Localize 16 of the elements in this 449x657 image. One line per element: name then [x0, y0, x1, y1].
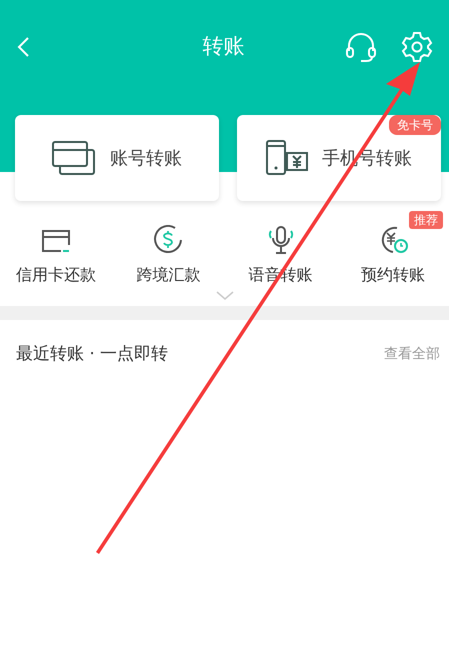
back-icon[interactable]: [16, 36, 30, 58]
phone-yuan-icon: [266, 140, 308, 176]
service-item[interactable]: 推荐 预约转账: [336, 211, 449, 287]
service-item[interactable]: 信用卡还款: [0, 211, 112, 287]
service-item[interactable]: 跨境汇款: [112, 211, 224, 287]
badge: 免卡号: [389, 115, 441, 135]
dollar-coin-icon: [153, 225, 184, 255]
transfer-card[interactable]: 账号转账: [15, 115, 219, 201]
settings-icon[interactable]: [401, 31, 433, 63]
headset-icon[interactable]: [345, 31, 377, 63]
card-icon: [41, 229, 72, 255]
page-title: 转账: [202, 33, 244, 60]
cards-icon: [52, 141, 96, 175]
badge: 推荐: [409, 211, 443, 229]
section-title: 最近转账 · 一点即转: [16, 343, 168, 366]
chevron-down-icon[interactable]: [216, 291, 234, 300]
